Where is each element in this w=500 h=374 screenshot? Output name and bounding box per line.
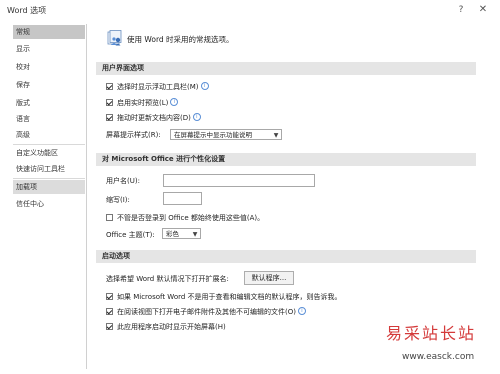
update-content-checkbox[interactable] (106, 113, 113, 121)
sidebar-item-general[interactable]: 常规 (13, 25, 85, 39)
default-extension-label: 选择希望 Word 默认情况下打开扩展名: (106, 275, 229, 283)
username-label: 用户名(U): (106, 177, 140, 185)
screentip-style-value: 在屏幕提示中显示功能说明 (174, 131, 252, 139)
initials-input[interactable] (163, 192, 202, 205)
title-bar: Word 选项 ? ✕ (0, 0, 500, 20)
always-use-option[interactable]: 不管是否登录到 Office 都始终使用这些值(A)。 (106, 213, 264, 224)
live-preview-label: 启用实时预览(L) (117, 99, 169, 107)
update-content-option[interactable]: 拖动时更新文档内容(D) i (106, 113, 201, 124)
reading-view-option[interactable]: 在阅读视图下打开电子邮件附件及其他不可编辑的文件(O) i (106, 307, 306, 318)
watermark-text: 易采站长站 (386, 324, 477, 343)
info-icon: i (200, 82, 209, 90)
sidebar-item-trust-center[interactable]: 信任中心 (13, 197, 85, 211)
tell-me-checkbox[interactable] (106, 292, 113, 300)
tell-me-label: 如果 Microsoft Word 不是用于查看和编辑文档的默认程序，则告诉我。 (117, 293, 342, 301)
general-options-icon (107, 30, 122, 46)
tell-me-option[interactable]: 如果 Microsoft Word 不是用于查看和编辑文档的默认程序，则告诉我。 (106, 292, 342, 303)
start-screen-option[interactable]: 此应用程序启动时显示开始屏幕(H) (106, 322, 226, 333)
office-theme-value: 彩色 (166, 230, 179, 238)
mini-toolbar-label: 选择时显示浮动工具栏(M) (117, 83, 199, 91)
sidebar-item-advanced[interactable]: 高级 (13, 128, 85, 142)
help-button[interactable]: ? (454, 3, 468, 17)
username-input[interactable] (163, 174, 315, 187)
chevron-down-icon: ▼ (273, 132, 279, 139)
sidebar-divider (13, 178, 85, 179)
close-button[interactable]: ✕ (476, 3, 490, 17)
screentip-style-label: 屏幕提示样式(R): (106, 131, 161, 139)
sidebar-item-quick-access-toolbar[interactable]: 快速访问工具栏 (13, 162, 85, 176)
site-watermark: 易采站长站 www.easck.com (378, 318, 500, 374)
sidebar-item-proofing[interactable]: 校对 (13, 60, 85, 74)
always-use-label: 不管是否登录到 Office 都始终使用这些值(A)。 (117, 214, 265, 222)
sidebar-item-add-ins[interactable]: 加载项 (13, 180, 85, 194)
office-theme-select[interactable]: 彩色 ▼ (162, 228, 201, 239)
office-theme-label: Office 主题(T): (106, 231, 155, 239)
page-description: 使用 Word 时采用的常规选项。 (127, 35, 234, 44)
section-personalize: 对 Microsoft Office 进行个性化设置 (96, 153, 476, 166)
update-content-label: 拖动时更新文档内容(D) (117, 114, 191, 122)
info-icon: i (192, 113, 201, 121)
sidebar-item-language[interactable]: 语言 (13, 112, 85, 126)
mini-toolbar-checkbox[interactable] (106, 82, 113, 90)
start-screen-label: 此应用程序启动时显示开始屏幕(H) (117, 323, 226, 331)
initials-label: 缩写(I): (106, 196, 130, 204)
sidebar-item-display[interactable]: 显示 (13, 42, 85, 56)
reading-view-label: 在阅读视图下打开电子邮件附件及其他不可编辑的文件(O) (117, 308, 296, 316)
live-preview-option[interactable]: 启用实时预览(L) i (106, 98, 179, 109)
watermark-url: www.easck.com (402, 352, 475, 362)
sidebar-item-customize-ribbon[interactable]: 自定义功能区 (13, 146, 85, 160)
reading-view-checkbox[interactable] (106, 307, 113, 315)
start-screen-checkbox[interactable] (106, 322, 113, 330)
sidebar-item-layout[interactable]: 版式 (13, 96, 85, 110)
sidebar-divider (13, 144, 85, 145)
screentip-style-select[interactable]: 在屏幕提示中显示功能说明 ▼ (170, 129, 282, 140)
section-ui-options: 用户界面选项 (96, 62, 476, 75)
info-icon: i (297, 307, 306, 315)
chevron-down-icon: ▼ (192, 231, 198, 238)
mini-toolbar-option[interactable]: 选择时显示浮动工具栏(M) i (106, 82, 209, 93)
sidebar: 常规 显示 校对 保存 版式 语言 高级 自定义功能区 快速访问工具栏 加载项 … (13, 25, 85, 365)
default-programs-button[interactable]: 默认程序... (244, 271, 294, 285)
always-use-checkbox[interactable] (106, 213, 113, 221)
info-icon: i (170, 98, 179, 106)
sidebar-border (86, 24, 87, 369)
window-title: Word 选项 (7, 6, 47, 15)
live-preview-checkbox[interactable] (106, 98, 113, 106)
section-startup-options: 启动选项 (96, 250, 476, 263)
sidebar-item-save[interactable]: 保存 (13, 78, 85, 92)
